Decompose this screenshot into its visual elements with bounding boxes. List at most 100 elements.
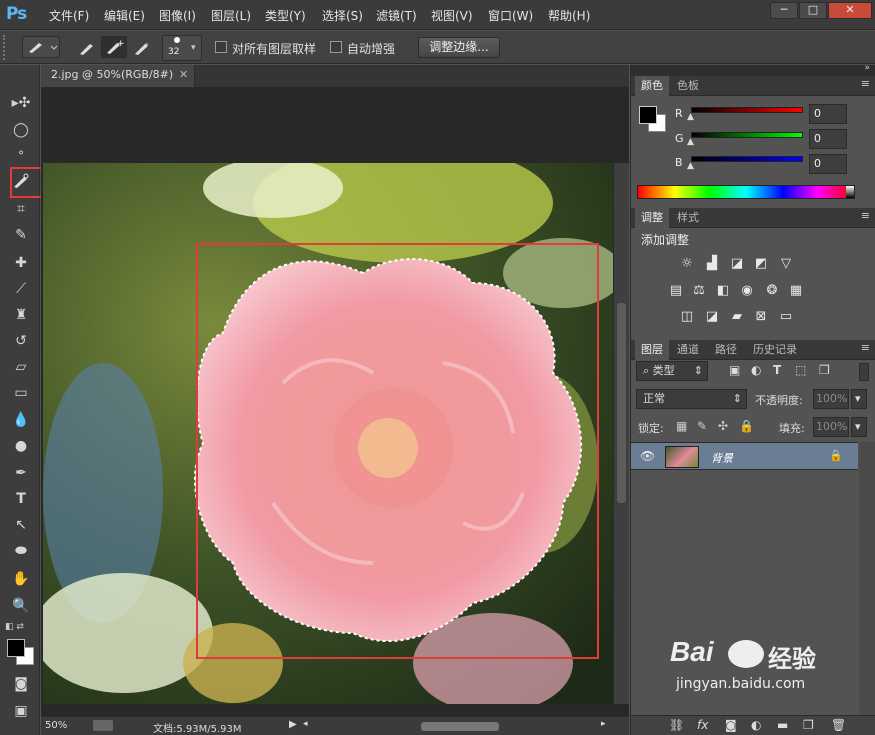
vertical-scrollbar[interactable]	[614, 163, 629, 704]
crop-tool-icon[interactable]: ⌗	[10, 199, 32, 219]
tool-preset-picker[interactable]	[22, 36, 60, 58]
ellipse-tool-icon[interactable]: ⬬	[10, 541, 32, 561]
menu-help[interactable]: 帮助(H)	[548, 7, 590, 24]
color-fg-swatch[interactable]	[639, 106, 657, 124]
opacity-field[interactable]: 100%	[813, 389, 849, 409]
spectrum-bw[interactable]	[846, 186, 854, 198]
gradient-tool-icon[interactable]: ▭	[10, 383, 32, 403]
add-mask-icon[interactable]: ◙	[725, 718, 737, 732]
lock-transparent-icon[interactable]: ▦	[676, 419, 687, 433]
gradient-map-icon[interactable]: ▭	[778, 309, 794, 325]
channel-g-value[interactable]: 0	[809, 129, 847, 149]
close-tab-icon[interactable]: ✕	[179, 65, 188, 85]
vibrance-icon[interactable]: ▽	[778, 256, 794, 272]
zoom-level[interactable]: 50%	[45, 720, 67, 731]
healing-brush-icon[interactable]: ✚	[10, 253, 32, 273]
color-lookup-icon[interactable]: ▦	[788, 283, 804, 299]
tab-history[interactable]: 历史记录	[747, 340, 803, 360]
move-tool-icon[interactable]: ▸✣	[10, 93, 32, 113]
lock-all-icon[interactable]: 🔒	[739, 419, 754, 433]
slider-thumb-icon[interactable]: ▲	[687, 137, 694, 147]
type-tool-icon[interactable]: T	[10, 489, 32, 509]
visibility-eye-icon[interactable]: 👁	[640, 449, 655, 463]
brightness-contrast-icon[interactable]: ☼	[679, 256, 695, 272]
menu-window[interactable]: 窗口(W)	[488, 7, 533, 24]
slider-thumb-icon[interactable]: ▲	[687, 112, 694, 122]
sample-all-layers-checkbox[interactable]	[215, 41, 227, 53]
blur-tool-icon[interactable]: 💧	[10, 410, 32, 430]
new-layer-icon[interactable]: ❐	[803, 718, 814, 732]
menu-view[interactable]: 视图(V)	[431, 7, 473, 24]
new-selection-icon[interactable]	[75, 37, 99, 59]
brush-size-picker[interactable]: 32 ▾	[162, 35, 202, 61]
document-image[interactable]	[43, 163, 613, 704]
photo-filter-icon[interactable]: ◉	[739, 283, 755, 299]
channel-b-value[interactable]: 0	[809, 154, 847, 174]
panel-menu-icon[interactable]: ≡	[861, 77, 870, 90]
new-group-icon[interactable]: ▬	[777, 718, 788, 732]
default-colors-icon[interactable]: ◧ ⇄	[5, 622, 24, 632]
dodge-tool-icon[interactable]: ●	[10, 436, 32, 456]
color-balance-icon[interactable]: ⚖	[691, 283, 707, 299]
invert-icon[interactable]: ◫	[679, 309, 695, 325]
status-menu-arrow-icon[interactable]: ▶	[289, 719, 297, 730]
grip-handle[interactable]	[3, 35, 7, 60]
menu-file[interactable]: 文件(F)	[49, 7, 89, 24]
menu-select[interactable]: 选择(S)	[322, 7, 363, 24]
new-adjustment-icon[interactable]: ◐	[751, 718, 761, 732]
tab-swatches[interactable]: 色板	[671, 76, 705, 96]
fill-dropdown-icon[interactable]: ▾	[851, 417, 867, 437]
menu-layer[interactable]: 图层(L)	[211, 7, 251, 24]
slider-thumb-icon[interactable]: ▲	[687, 161, 694, 171]
layer-filter-select[interactable]: ⌕ 类型 ⇕	[636, 361, 708, 381]
channel-g-slider[interactable]	[691, 132, 803, 138]
tab-channels[interactable]: 通道	[671, 340, 705, 360]
posterize-icon[interactable]: ◪	[704, 309, 720, 325]
fx-icon[interactable]: fx	[697, 718, 708, 732]
tab-paths[interactable]: 路径	[709, 340, 743, 360]
status-icon[interactable]	[93, 720, 113, 731]
tab-adjustments[interactable]: 调整	[635, 208, 669, 228]
panel-menu-icon[interactable]: ≡	[861, 209, 870, 222]
quick-mask-icon[interactable]: ◙	[10, 674, 32, 694]
minimize-button[interactable]: ─	[770, 2, 798, 19]
auto-enhance-checkbox[interactable]	[330, 41, 342, 53]
tab-color[interactable]: 颜色	[635, 76, 669, 96]
zoom-tool-icon[interactable]: 🔍	[10, 596, 32, 616]
menu-type[interactable]: 类型(Y)	[265, 7, 306, 24]
subtract-from-selection-icon[interactable]: -	[130, 37, 154, 59]
link-layers-icon[interactable]: ⛓	[669, 718, 684, 732]
panel-menu-icon[interactable]: ≡	[861, 341, 870, 354]
threshold-icon[interactable]: ▰	[729, 309, 745, 325]
channel-r-value[interactable]: 0	[809, 104, 847, 124]
lock-position-icon[interactable]: ✣	[718, 419, 728, 433]
collapse-dock-icon[interactable]: »	[864, 63, 870, 73]
marquee-tool-icon[interactable]: ◯	[10, 120, 32, 140]
menu-edit[interactable]: 编辑(E)	[104, 7, 145, 24]
filter-shape-icon[interactable]: ⬚	[795, 363, 806, 377]
eraser-tool-icon[interactable]: ▱	[10, 357, 32, 377]
blend-mode-select[interactable]: 正常 ⇕	[636, 389, 747, 409]
clone-stamp-icon[interactable]: ♜	[10, 305, 32, 325]
lock-pixels-icon[interactable]: ✎	[697, 419, 707, 433]
tab-layers[interactable]: 图层	[635, 340, 669, 360]
filter-toggle[interactable]	[859, 363, 869, 381]
channel-b-slider[interactable]	[691, 156, 803, 162]
pen-tool-icon[interactable]: ✒	[10, 463, 32, 483]
filter-pixel-icon[interactable]: ▣	[729, 363, 740, 377]
document-tab[interactable]: 2.jpg @ 50%(RGB/8#) ✕	[41, 65, 195, 87]
black-white-icon[interactable]: ◧	[715, 283, 731, 299]
history-brush-icon[interactable]: ↺	[10, 331, 32, 351]
curves-icon[interactable]: ◪	[729, 256, 745, 272]
quick-select-tool-icon[interactable]	[10, 172, 32, 192]
tab-styles[interactable]: 样式	[671, 208, 705, 228]
filter-adjust-icon[interactable]: ◐	[751, 363, 761, 377]
color-spectrum-bar[interactable]	[637, 185, 855, 199]
menu-image[interactable]: 图像(I)	[159, 7, 196, 24]
eyedropper-tool-icon[interactable]: ✎	[10, 225, 32, 245]
scroll-left-icon[interactable]: ◂	[303, 719, 308, 729]
fill-field[interactable]: 100%	[813, 417, 849, 437]
layer-row[interactable]: 👁 背景 🔒	[631, 442, 858, 470]
brush-tool-icon[interactable]: ⟋	[10, 279, 32, 299]
channel-r-slider[interactable]	[691, 107, 803, 113]
